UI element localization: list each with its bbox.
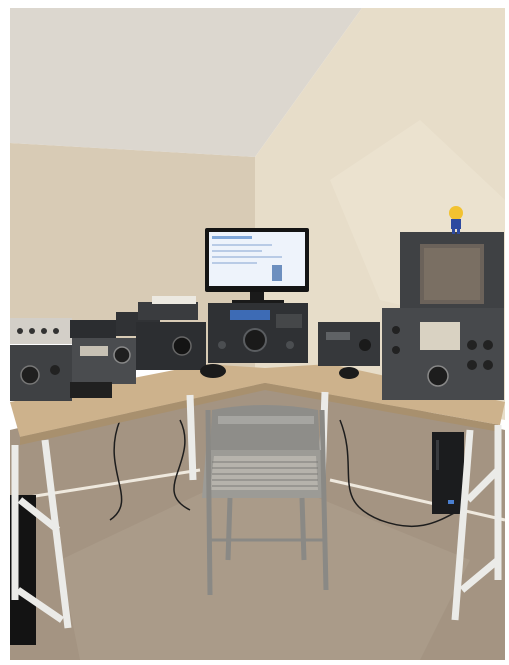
shack-photo <box>0 0 509 665</box>
main-transceiver <box>208 303 308 363</box>
mouse-left <box>200 364 226 378</box>
pc-tower <box>432 432 464 514</box>
mouse-right <box>339 367 359 379</box>
